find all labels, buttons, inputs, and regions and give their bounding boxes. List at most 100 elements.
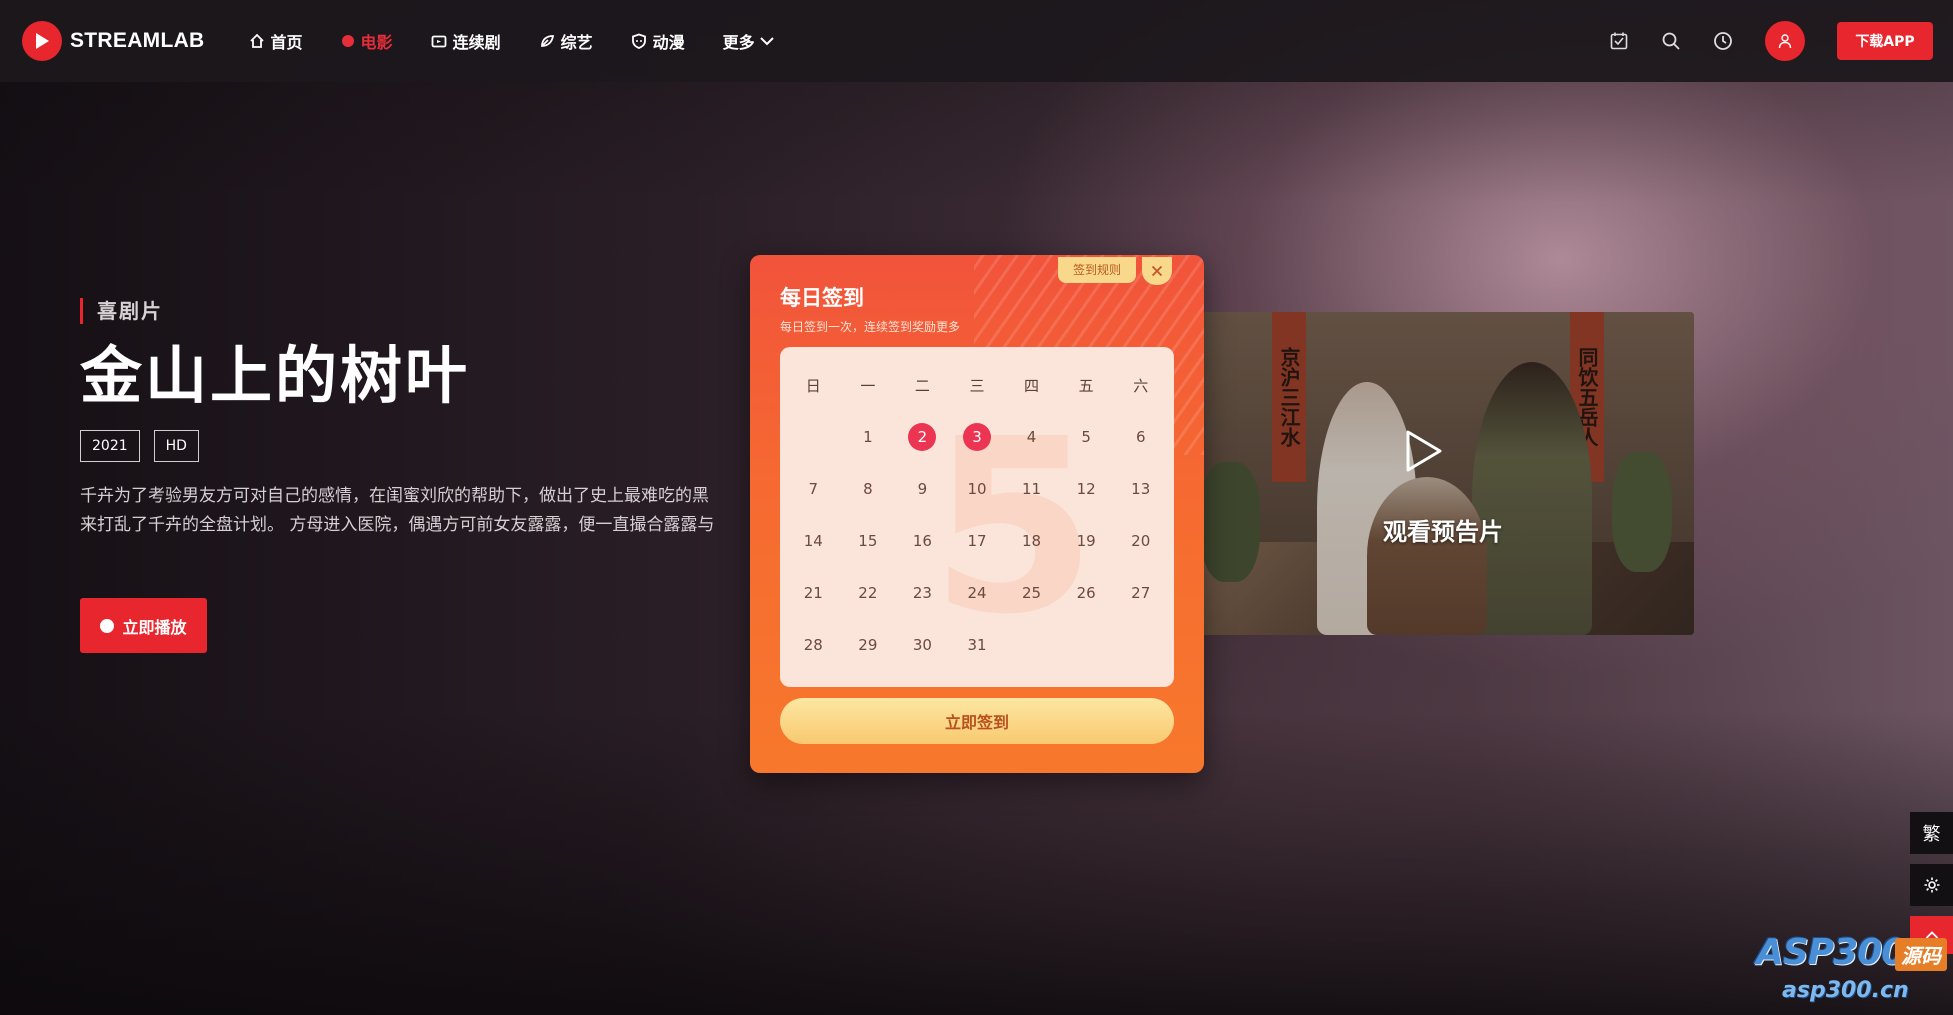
calendar-day-number: 19	[1076, 532, 1096, 550]
calendar-day-number: 13	[1131, 480, 1151, 498]
calendar-day-checked: 2	[895, 411, 950, 463]
watermark-main-text: ASP300	[1756, 932, 1906, 973]
calendar-day: 19	[1059, 515, 1114, 567]
trailer-thumbnail[interactable]: 京沪三江水 同饮五岳人 观看预告片	[1192, 312, 1694, 635]
calendar-day: 18	[1004, 515, 1059, 567]
calendar-day: 8	[841, 463, 896, 515]
watch-trailer-label: 观看预告片	[1383, 518, 1503, 546]
calendar-day: 20	[1113, 515, 1168, 567]
calendar-day-number: 4	[1026, 428, 1037, 446]
weekday-header: 日	[805, 376, 821, 395]
calendar-grid: 日一二三四五六 1 2 3 4 5 6 7 8 9 10 11 12 13 14 15 16 17 18 19 20 21…	[786, 359, 1168, 671]
calendar-day: 14	[786, 515, 841, 567]
calendar-day-number: 6	[1135, 428, 1146, 446]
calendar-day-number: 30	[912, 636, 932, 654]
weekday-header: 五	[1078, 376, 1094, 395]
download-app-button[interactable]: 下载APP	[1837, 22, 1933, 60]
calendar-day-number: 1	[863, 428, 873, 446]
calendar-day-number: 12	[1076, 480, 1096, 498]
top-nav: STREAMLAB 首页 电影 连续剧 综艺 动漫 更多 下载APP	[0, 0, 1953, 82]
logo[interactable]: STREAMLAB	[22, 21, 205, 61]
nav-item-label: 动漫	[652, 33, 685, 52]
weekday-header: 六	[1133, 376, 1149, 395]
play-dot-icon	[100, 618, 115, 633]
shield-icon	[631, 33, 646, 49]
calendar-day: 15	[841, 515, 896, 567]
daily-checkin-modal: 每日签到 每日签到一次，连续签到奖励更多 签到规则 5 日一二三四五六12345…	[750, 255, 1204, 773]
calendar-day-number: 28	[803, 636, 823, 654]
checkin-icon[interactable]	[1607, 29, 1631, 53]
calendar-day: 24	[950, 567, 1005, 619]
calendar-day: 10	[950, 463, 1005, 515]
calendar-day: 9	[895, 463, 950, 515]
calendar-day: 30	[895, 619, 950, 671]
checkin-now-button[interactable]: 立即签到	[780, 698, 1174, 744]
calendar-day: 4	[1004, 411, 1059, 463]
movie-title: 金山上的树叶	[80, 339, 471, 412]
nav-item-more[interactable]: 更多	[723, 29, 775, 53]
calendar-day-number: 23	[912, 584, 932, 602]
nav-item-home[interactable]: 首页	[249, 29, 303, 53]
weekday-header: 二	[914, 376, 930, 395]
settings-button[interactable]	[1910, 864, 1953, 906]
calendar-day: 31	[950, 619, 1005, 671]
weekday-header: 三	[969, 376, 985, 395]
calendar-day: 1	[841, 411, 896, 463]
calendar-empty-cell	[786, 411, 841, 463]
calendar-day-checked: 3	[950, 411, 1005, 463]
calendar-day: 17	[950, 515, 1005, 567]
calendar-day-number: 20	[1131, 532, 1151, 550]
calendar-day: 5	[1059, 411, 1114, 463]
calendar-day-number: 31	[967, 636, 987, 654]
synopsis-line: 千卉为了考验男友方可对自己的感情，在闺蜜刘欣的帮助下，做出了史上最难吃的黑	[80, 486, 709, 506]
calendar-day-number: 21	[803, 584, 823, 602]
calendar-day-number: 7	[808, 480, 819, 498]
genre-label: 喜剧片	[80, 298, 163, 324]
watermark-badge: 源码	[1895, 938, 1947, 971]
history-icon[interactable]	[1711, 29, 1735, 53]
user-icon[interactable]	[1765, 21, 1805, 61]
gear-icon	[1924, 877, 1939, 893]
home-icon	[249, 33, 264, 48]
weekday-header: 四	[1024, 376, 1040, 395]
nav-item-anime[interactable]: 动漫	[631, 29, 685, 53]
calendar-day: 13	[1113, 463, 1168, 515]
calendar-day-number: 27	[1131, 584, 1151, 602]
main-menu: 首页 电影 连续剧 综艺 动漫 更多	[249, 29, 813, 53]
calendar-day-number: 18	[1022, 532, 1042, 550]
calendar-day-number: 3	[962, 423, 991, 451]
play-now-button[interactable]: 立即播放	[80, 598, 207, 653]
calendar-day: 29	[841, 619, 896, 671]
logo-text: STREAMLAB	[70, 29, 205, 52]
traditional-chinese-toggle[interactable]: 繁	[1910, 812, 1953, 854]
nav-item-movies[interactable]: 电影	[341, 29, 393, 53]
calendar-day: 11	[1004, 463, 1059, 515]
close-icon	[1151, 265, 1163, 277]
play-icon[interactable]	[1402, 427, 1446, 475]
calendar-day: 23	[895, 567, 950, 619]
calendar-day-number: 16	[912, 532, 932, 550]
calendar-day-number: 14	[803, 532, 823, 550]
calendar-day: 27	[1113, 567, 1168, 619]
nav-item-series[interactable]: 连续剧	[431, 29, 501, 53]
play-logo-icon	[22, 21, 62, 61]
nav-item-variety[interactable]: 综艺	[539, 29, 593, 53]
close-button[interactable]	[1142, 257, 1172, 285]
calendar-day: 22	[841, 567, 896, 619]
calendar-day-number: 25	[1022, 584, 1042, 602]
weekday-header: 一	[860, 376, 876, 395]
calendar-day-number: 15	[858, 532, 878, 550]
chevron-down-icon	[759, 37, 774, 46]
calendar-day: 7	[786, 463, 841, 515]
calendar-day-number: 10	[967, 480, 987, 498]
dot-icon	[341, 35, 354, 47]
calendar-day-number: 5	[1081, 428, 1091, 446]
movie-tags: 2021 HD	[80, 430, 213, 462]
checkin-rules-button[interactable]: 签到规则	[1058, 257, 1136, 283]
play-now-label: 立即播放	[122, 617, 187, 637]
search-icon[interactable]	[1659, 29, 1683, 53]
checkin-calendar: 5 日一二三四五六 1 2 3 4 5 6 7 8 9 10 11 12 13 14 15 16 17 18 19 20…	[780, 347, 1174, 687]
calendar-day-number: 17	[967, 532, 987, 550]
calendar-day: 16	[895, 515, 950, 567]
watermark-domain: asp300.cn	[1782, 978, 1909, 1003]
